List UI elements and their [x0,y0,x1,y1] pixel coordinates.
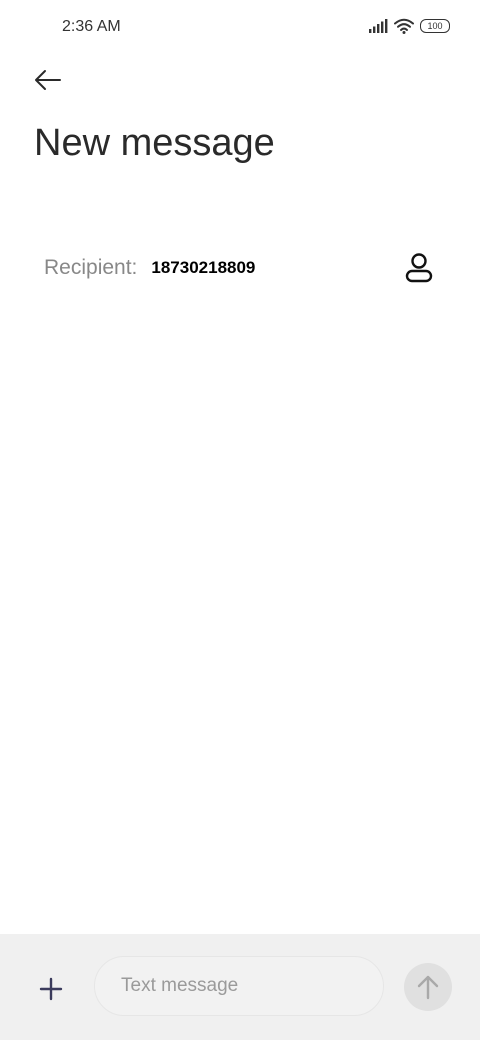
battery-icon: 100 [420,19,450,33]
contact-person-icon [405,253,433,283]
recipient-value[interactable]: 18730218809 [151,258,255,278]
wifi-icon [394,18,414,34]
signal-icon [369,19,388,33]
contact-picker-button[interactable] [402,250,436,286]
page-title: New message [34,122,275,164]
message-input[interactable] [94,956,384,1016]
send-arrow-up-icon [417,975,439,1000]
send-button[interactable] [404,963,452,1011]
status-time: 2:36 AM [62,18,121,35]
back-button[interactable] [28,62,68,98]
recipient-row[interactable]: Recipient: 18730218809 [44,248,436,288]
status-icons: 100 [368,18,450,34]
recipient-label: Recipient: [44,256,138,279]
back-arrow-icon [35,70,61,90]
plus-icon [39,977,63,1001]
composer-bar [0,934,480,1040]
status-bar: 2:36 AM 100 [0,0,480,56]
attach-button[interactable] [32,970,70,1008]
